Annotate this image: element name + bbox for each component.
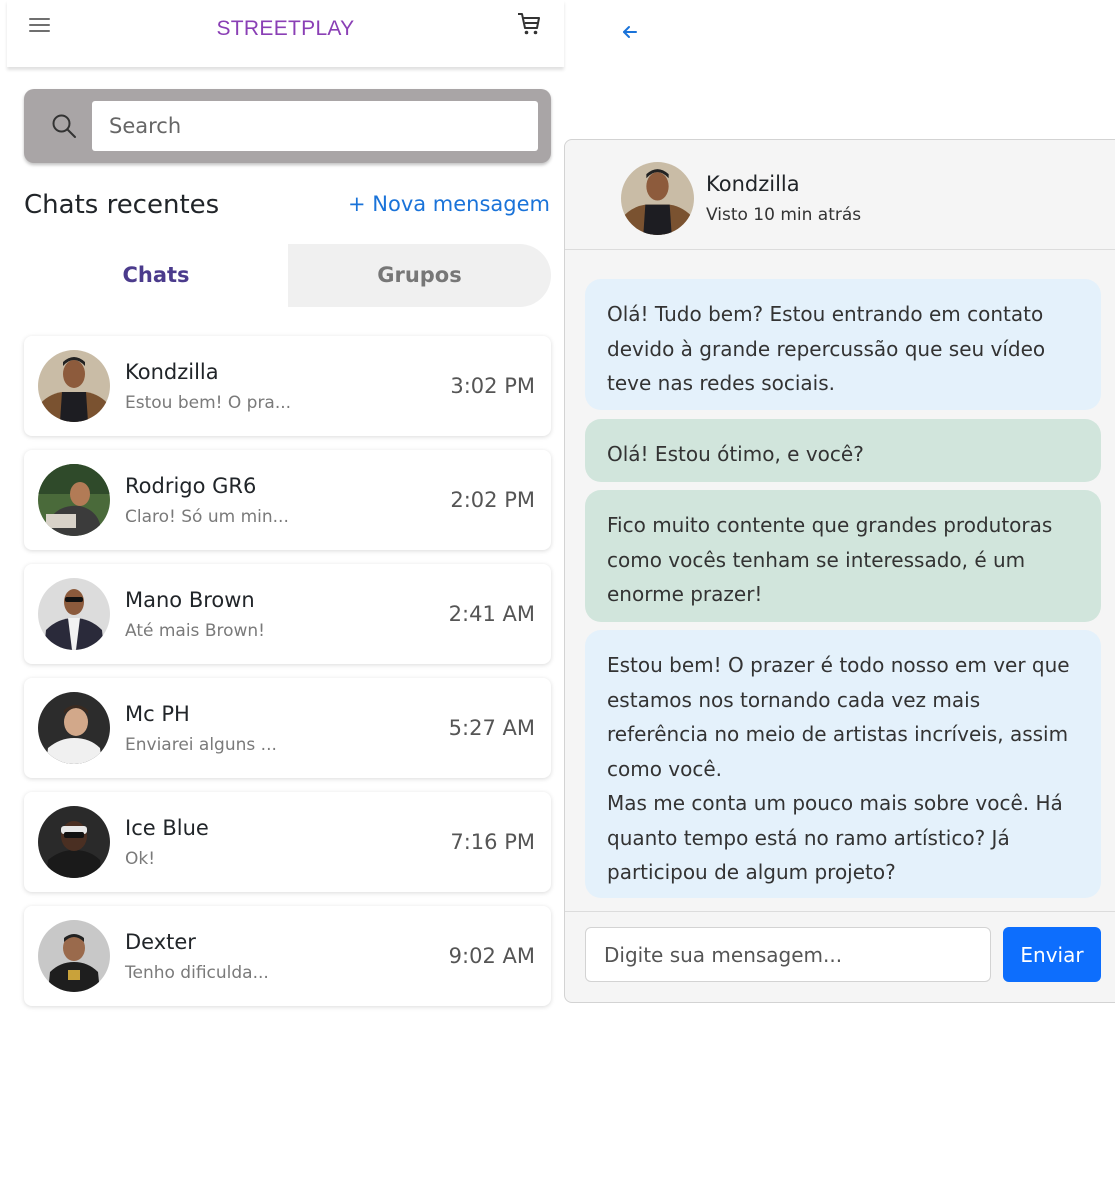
chat-time: 3:02 PM bbox=[450, 374, 535, 398]
chat-preview: Até mais Brown! bbox=[125, 621, 265, 641]
tab-chats[interactable]: Chats bbox=[24, 244, 288, 307]
message-bubble-received: Olá! Tudo bem? Estou entrando em contato… bbox=[585, 279, 1101, 410]
new-message-link[interactable]: + Nova mensagem bbox=[348, 192, 550, 216]
shopping-cart-icon[interactable] bbox=[515, 10, 543, 38]
message-bubble-sent: Olá! Estou ótimo, e você? bbox=[585, 419, 1101, 482]
chat-list-screen: STREETPLAY Chats recentes + Nova mensage… bbox=[0, 0, 565, 1189]
chat-item-mano-brown[interactable]: Mano Brown Até mais Brown! 2:41 AM bbox=[24, 564, 551, 664]
chat-item-mc-ph[interactable]: Mc PH Enviarei alguns ... 5:27 AM bbox=[24, 678, 551, 778]
avatar bbox=[38, 806, 110, 878]
avatar bbox=[38, 692, 110, 764]
recent-chats-title: Chats recentes bbox=[24, 190, 220, 220]
avatar bbox=[621, 162, 694, 235]
chat-tabs: Chats Grupos bbox=[24, 244, 551, 307]
search-icon[interactable] bbox=[50, 112, 78, 140]
conversation-panel: Kondzilla Visto 10 min atrás Olá! Tudo b… bbox=[564, 139, 1115, 1003]
tab-groups[interactable]: Grupos bbox=[288, 244, 551, 307]
avatar bbox=[38, 920, 110, 992]
chat-name: Rodrigo GR6 bbox=[125, 474, 257, 498]
send-button[interactable]: Enviar bbox=[1003, 927, 1101, 982]
chat-item-rodrigo-gr6[interactable]: Rodrigo GR6 Claro! Só um min... 2:02 PM bbox=[24, 450, 551, 550]
message-input[interactable] bbox=[585, 927, 991, 982]
message-bubble-sent: Fico muito contente que grandes produtor… bbox=[585, 490, 1101, 622]
search-bar bbox=[24, 89, 551, 163]
avatar bbox=[38, 464, 110, 536]
chat-name: Dexter bbox=[125, 930, 196, 954]
message-composer: Enviar bbox=[565, 911, 1115, 1003]
chat-time: 2:41 AM bbox=[448, 602, 535, 626]
search-input[interactable] bbox=[92, 101, 538, 151]
chat-name: Mano Brown bbox=[125, 588, 255, 612]
avatar bbox=[38, 578, 110, 650]
chat-name: Kondzilla bbox=[125, 360, 219, 384]
contact-name: Kondzilla bbox=[706, 172, 800, 196]
chat-item-dexter[interactable]: Dexter Tenho dificulda... 9:02 AM bbox=[24, 906, 551, 1006]
chat-name: Mc PH bbox=[125, 702, 190, 726]
chat-item-kondzilla[interactable]: Kondzilla Estou bem! O pra... 3:02 PM bbox=[24, 336, 551, 436]
avatar bbox=[38, 350, 110, 422]
chat-preview: Enviarei alguns ... bbox=[125, 735, 277, 755]
chat-time: 7:16 PM bbox=[450, 830, 535, 854]
top-bar: STREETPLAY bbox=[7, 0, 564, 67]
chat-time: 2:02 PM bbox=[450, 488, 535, 512]
brand-title: STREETPLAY bbox=[216, 17, 355, 40]
conversation-header: Kondzilla Visto 10 min atrás bbox=[565, 140, 1115, 250]
chat-time: 9:02 AM bbox=[448, 944, 535, 968]
chat-preview: Claro! Só um min... bbox=[125, 507, 289, 527]
chat-name: Ice Blue bbox=[125, 816, 209, 840]
message-bubble-received: Estou bem! O prazer é todo nosso em ver … bbox=[585, 630, 1101, 898]
chat-time: 5:27 AM bbox=[448, 716, 535, 740]
chat-preview: Ok! bbox=[125, 849, 156, 869]
contact-status: Visto 10 min atrás bbox=[706, 205, 862, 225]
chat-item-ice-blue[interactable]: Ice Blue Ok! 7:16 PM bbox=[24, 792, 551, 892]
chat-preview: Estou bem! O pra... bbox=[125, 393, 292, 413]
arrow-left-icon[interactable] bbox=[618, 20, 642, 44]
chat-preview: Tenho dificulda... bbox=[125, 963, 269, 983]
